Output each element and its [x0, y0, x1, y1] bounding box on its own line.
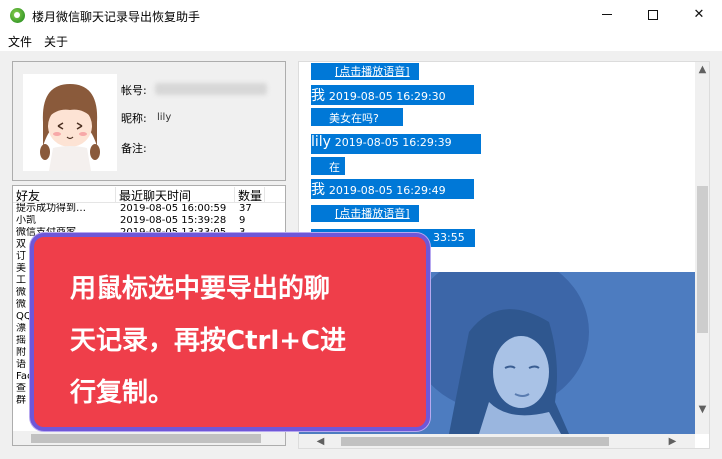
app-icon — [10, 8, 25, 23]
message-sender: 我 — [311, 88, 325, 104]
chat-line: 我 2019-08-05 16:29:30 — [311, 85, 474, 105]
menu-file[interactable]: 文件 — [8, 33, 32, 50]
scroll-up-icon[interactable]: ▲ — [695, 62, 709, 77]
chat-vertical-scrollbar[interactable]: ▲ ▼ — [695, 62, 709, 434]
window-title: 楼月微信聊天记录导出恢复助手 — [32, 10, 201, 24]
callout-line: 行复制。 — [70, 378, 175, 408]
message-sender: lily — [311, 134, 331, 150]
callout-line: 天记录，再按Ctrl+C进 — [70, 326, 347, 356]
list-horizontal-scrollbar[interactable] — [13, 431, 285, 445]
contact-count: 9 — [239, 215, 246, 226]
contact-row[interactable]: 提示成功得到… 2019-08-05 16:00:59 37 — [13, 203, 269, 215]
contact-count: 37 — [239, 203, 252, 214]
minimize-button[interactable] — [584, 0, 630, 31]
close-button[interactable]: ✕ — [676, 0, 722, 31]
message-text: 美女在吗? — [329, 112, 379, 125]
contact-row[interactable]: 小凯 2019-08-05 15:39:28 9 — [13, 215, 269, 227]
chat-line: 我 2019-08-05 16:29:49 — [311, 179, 474, 199]
account-label: 帐号: — [121, 84, 147, 97]
chat-line[interactable]: [点击播放语音] — [311, 205, 419, 222]
minimize-icon — [602, 14, 612, 15]
chat-line: 在 — [311, 157, 345, 175]
list-header: 好友 最近聊天时间 数量 — [13, 186, 285, 203]
chat-hscroll-thumb[interactable] — [341, 437, 609, 446]
message-time: 2019-08-05 16:29:39 — [334, 136, 452, 149]
header-count[interactable]: 数量 — [235, 187, 265, 203]
message-time: 33:55 — [433, 231, 465, 244]
account-value-redacted — [155, 83, 267, 95]
menu-bar: 文件 关于 — [0, 31, 722, 51]
play-voice-link[interactable]: [点击播放语音] — [335, 65, 410, 78]
avatar — [23, 74, 117, 171]
nickname-value: lily — [157, 112, 172, 123]
menu-about[interactable]: 关于 — [44, 33, 68, 50]
maximize-button[interactable] — [630, 0, 676, 31]
message-text: 在 — [329, 161, 340, 174]
scroll-left-icon[interactable]: ◀ — [313, 434, 328, 448]
play-voice-link[interactable]: [点击播放语音] — [335, 207, 410, 220]
profile-panel: 帐号: 昵称: lily 备注: — [12, 61, 286, 181]
instruction-callout: 用鼠标选中要导出的聊 天记录，再按Ctrl+C进 行复制。 — [30, 233, 430, 431]
scroll-right-icon[interactable]: ▶ — [665, 434, 680, 448]
contact-name: 小凯 — [16, 215, 36, 226]
header-last-chat-time[interactable]: 最近聊天时间 — [116, 187, 235, 203]
remark-label: 备注: — [121, 142, 147, 155]
message-sender: 我 — [311, 182, 325, 198]
title-bar: 楼月微信聊天记录导出恢复助手 ✕ — [0, 0, 722, 31]
nickname-label: 昵称: — [121, 112, 147, 125]
contact-time: 2019-08-05 16:00:59 — [120, 203, 227, 214]
list-scroll-thumb[interactable] — [31, 434, 261, 443]
message-time: 2019-08-05 16:29:49 — [328, 184, 446, 197]
scroll-down-icon[interactable]: ▼ — [695, 402, 709, 417]
message-time: 2019-08-05 16:29:30 — [328, 90, 446, 103]
chat-line[interactable]: [点击播放语音] — [311, 63, 419, 80]
chat-horizontal-scrollbar[interactable]: ◀ ▶ — [299, 434, 695, 448]
callout-text: 用鼠标选中要导出的聊 天记录，再按Ctrl+C进 行复制。 — [70, 263, 410, 419]
contact-time: 2019-08-05 15:39:28 — [120, 215, 227, 226]
callout-line: 用鼠标选中要导出的聊 — [70, 274, 331, 304]
contact-name: 提示成功得到… — [16, 203, 86, 214]
chat-line: 美女在吗? — [311, 108, 403, 126]
close-icon: ✕ — [693, 7, 705, 22]
chat-line: lily 2019-08-05 16:29:39 — [311, 134, 481, 154]
maximize-icon — [648, 9, 658, 20]
header-friend[interactable]: 好友 — [13, 187, 116, 203]
chat-scroll-thumb[interactable] — [697, 186, 708, 333]
